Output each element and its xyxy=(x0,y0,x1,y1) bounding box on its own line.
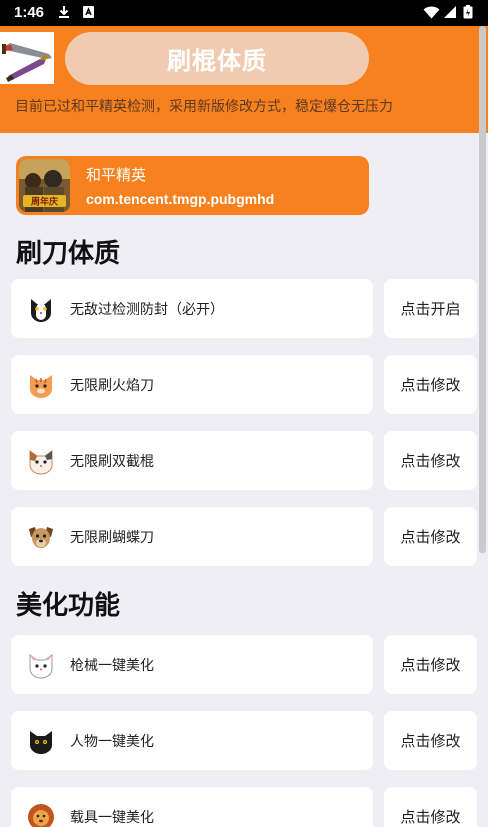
item-label: 人物一键美化 xyxy=(70,734,154,750)
list-item: 无限刷火焰刀 xyxy=(11,355,373,414)
orange-cat-icon xyxy=(30,375,52,398)
item-label: 载具一键美化 xyxy=(70,810,154,826)
app-notification-icon xyxy=(83,6,94,18)
modify-butterfly-knife-button[interactable]: 点击修改 xyxy=(384,507,477,566)
section-title-beautify: 美化功能 xyxy=(16,591,121,621)
dog-icon xyxy=(29,527,53,548)
beautify-weapons-button[interactable]: 点击修改 xyxy=(384,635,477,694)
modify-nunchaku-button[interactable]: 点击修改 xyxy=(384,431,477,490)
title-pill: 刷棍体质 xyxy=(65,32,369,85)
section-title-knife: 刷刀体质 xyxy=(16,239,121,269)
list-item: 载具一键美化 xyxy=(11,787,373,827)
list-item: 无限刷双截棍 xyxy=(11,431,373,490)
black-cat-icon xyxy=(30,731,52,754)
white-cat-icon xyxy=(29,654,53,679)
status-time: 1:46 xyxy=(14,4,45,21)
weapon-thumbnail xyxy=(0,32,54,84)
signal-icon xyxy=(444,6,456,18)
header-subtitle: 目前已过和平精英检测，采用新版修改方式，稳定爆仓无压力 xyxy=(15,99,393,115)
beautify-vehicle-button[interactable]: 点击修改 xyxy=(384,787,477,827)
battery-icon xyxy=(463,5,473,19)
item-label: 无限刷火焰刀 xyxy=(70,378,154,394)
app-package: com.tencent.tmgp.pubgmhd xyxy=(86,191,275,207)
beautify-character-button[interactable]: 点击修改 xyxy=(384,711,477,770)
list-item: 人物一键美化 xyxy=(11,711,373,770)
app-icon-text: 周年庆 xyxy=(31,196,58,208)
item-label: 无敌过检测防封（必开） xyxy=(70,302,224,318)
scrollbar[interactable] xyxy=(479,26,486,553)
app-card[interactable]: 周年庆 和平精英 com.tencent.tmgp.pubgmhd xyxy=(16,156,369,215)
lion-icon xyxy=(28,804,54,827)
wifi-icon xyxy=(423,6,440,19)
list-item: 枪械一键美化 xyxy=(11,635,373,694)
list-item: 无敌过检测防封（必开） xyxy=(11,279,373,338)
item-label: 无限刷蝴蝶刀 xyxy=(70,530,154,546)
modify-flame-knife-button[interactable]: 点击修改 xyxy=(384,355,477,414)
enable-anti-ban-button[interactable]: 点击开启 xyxy=(384,279,477,338)
page-title: 刷棍体质 xyxy=(167,47,267,75)
status-bar: 1:46 xyxy=(0,0,488,26)
app-name: 和平精英 xyxy=(86,166,147,184)
cat-bw-icon xyxy=(31,299,51,322)
item-label: 枪械一键美化 xyxy=(70,658,154,674)
download-icon xyxy=(59,6,69,18)
list-item: 无限刷蝴蝶刀 xyxy=(11,507,373,566)
game-app-icon: 周年庆 xyxy=(19,159,70,212)
item-label: 无限刷双截棍 xyxy=(70,454,154,470)
calico-cat-icon xyxy=(29,450,53,475)
